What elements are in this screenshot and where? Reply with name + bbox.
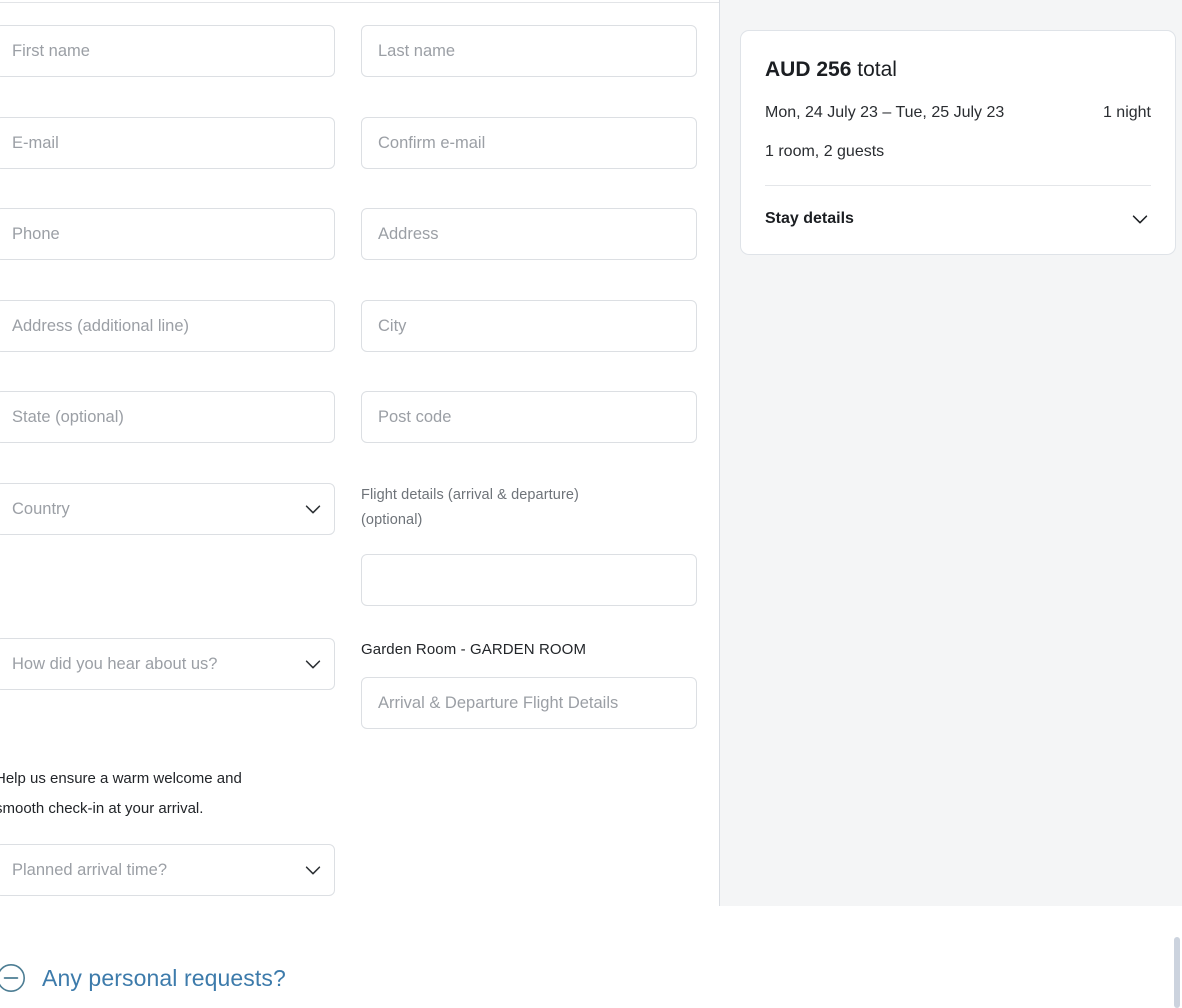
address-input[interactable]: Address — [361, 208, 697, 260]
chevron-down-icon — [302, 498, 324, 520]
total-currency: AUD — [765, 58, 811, 81]
room-flight-details-input[interactable]: Arrival & Departure Flight Details — [361, 677, 697, 729]
summary-card-divider — [765, 185, 1151, 186]
arrival-helper-line2: smooth check-in at your arrival. — [0, 794, 295, 824]
address-additional-placeholder: Address (additional line) — [12, 318, 189, 335]
first-name-placeholder: First name — [12, 43, 90, 60]
flight-details-label-line2: (optional) — [361, 509, 691, 532]
how-did-you-hear-select[interactable]: How did you hear about us? — [0, 638, 335, 690]
chevron-down-icon — [1129, 208, 1151, 230]
stay-occupancy: 1 room, 2 guests — [765, 144, 1151, 160]
total-word: total — [857, 58, 897, 81]
state-input[interactable]: State (optional) — [0, 391, 335, 443]
flight-details-label-line1: Flight details (arrival & departure) — [361, 484, 691, 507]
country-select[interactable]: Country — [0, 483, 335, 535]
last-name-input[interactable]: Last name — [361, 25, 697, 77]
confirm-email-input[interactable]: Confirm e-mail — [361, 117, 697, 169]
last-name-placeholder: Last name — [378, 43, 455, 60]
arrival-helper-line1: Help us ensure a warm welcome and — [0, 764, 295, 794]
section-divider-top — [0, 2, 719, 3]
total-amount: 256 — [816, 58, 851, 81]
first-name-input[interactable]: First name — [0, 25, 335, 77]
post-code-input[interactable]: Post code — [361, 391, 697, 443]
city-input[interactable]: City — [361, 300, 697, 352]
total-price: AUD 256 total — [765, 57, 1151, 82]
booking-summary-card: AUD 256 total Mon, 24 July 23 – Tue, 25 … — [740, 30, 1176, 255]
post-code-placeholder: Post code — [378, 409, 451, 426]
address-additional-input[interactable]: Address (additional line) — [0, 300, 335, 352]
email-placeholder: E-mail — [12, 135, 59, 152]
chevron-down-icon — [302, 859, 324, 881]
email-input[interactable]: E-mail — [0, 117, 335, 169]
phone-placeholder: Phone — [12, 226, 60, 243]
planned-arrival-time-select[interactable]: Planned arrival time? — [0, 844, 335, 896]
room-flight-details-placeholder: Arrival & Departure Flight Details — [378, 695, 618, 712]
chevron-down-icon — [302, 653, 324, 675]
stay-nights: 1 night — [1103, 105, 1151, 121]
flight-details-input[interactable] — [361, 554, 697, 606]
scrollbar-thumb[interactable] — [1174, 937, 1180, 1008]
state-placeholder: State (optional) — [12, 409, 124, 426]
circle-minus-icon — [0, 963, 26, 993]
phone-input[interactable]: Phone — [0, 208, 335, 260]
stay-details-toggle[interactable]: Stay details — [765, 208, 1151, 230]
how-did-you-hear-placeholder: How did you hear about us? — [12, 656, 302, 673]
address-placeholder: Address — [378, 226, 439, 243]
stay-dates-row: Mon, 24 July 23 – Tue, 25 July 23 1 nigh… — [765, 105, 1151, 121]
personal-requests-accordion[interactable]: Any personal requests? — [0, 963, 286, 993]
room-type-label: Garden Room - GARDEN ROOM — [361, 638, 701, 661]
personal-requests-label: Any personal requests? — [42, 965, 286, 992]
country-placeholder: Country — [12, 501, 302, 518]
guest-details-form: First name Last name E-mail Confirm e-ma… — [0, 0, 719, 906]
confirm-email-placeholder: Confirm e-mail — [378, 135, 485, 152]
stay-details-label: Stay details — [765, 211, 854, 227]
stay-dates: Mon, 24 July 23 – Tue, 25 July 23 — [765, 105, 1004, 121]
planned-arrival-time-placeholder: Planned arrival time? — [12, 862, 302, 879]
booking-summary-panel: AUD 256 total Mon, 24 July 23 – Tue, 25 … — [720, 0, 1182, 906]
booking-checkout-page: First name Last name E-mail Confirm e-ma… — [0, 0, 1182, 1008]
city-placeholder: City — [378, 318, 406, 335]
arrival-helper-text: Help us ensure a warm welcome and smooth… — [0, 764, 295, 824]
